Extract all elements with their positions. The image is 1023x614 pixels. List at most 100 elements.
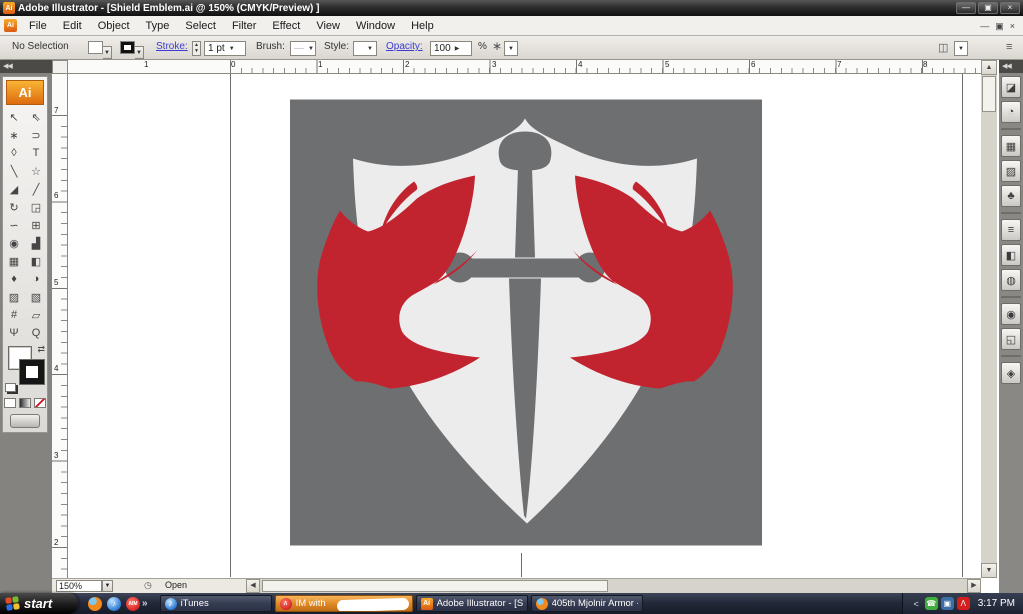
horizontal-scroll-thumb[interactable] <box>262 580 608 592</box>
menu-help[interactable]: Help <box>403 18 442 34</box>
tool-mesh[interactable]: ▦ <box>3 252 25 270</box>
aim-tray-icon[interactable]: Λ <box>957 597 970 610</box>
stroke-dropdown-icon[interactable]: ▼ <box>135 46 144 59</box>
start-button[interactable]: start <box>0 593 78 614</box>
tool-symbol-sprayer[interactable]: ◉ <box>3 234 25 252</box>
task-button-3[interactable]: 405th Mjolnir Armor - ... <box>531 595 643 612</box>
panel-swatches[interactable]: ▦ <box>1001 135 1021 157</box>
scroll-up-icon[interactable]: ▲ <box>981 60 997 75</box>
vertical-scrollbar[interactable]: ▲ ▼ <box>981 60 997 578</box>
panel-gradient[interactable]: ◧ <box>1001 244 1021 266</box>
tool-direct-selection[interactable]: ⇖ <box>25 108 47 126</box>
status-mode-icon[interactable]: ◷ <box>144 580 152 591</box>
tool-magic-wand[interactable]: ∗ <box>3 126 25 144</box>
firefox-quicklaunch-icon[interactable] <box>88 597 102 611</box>
style-select[interactable]: ▼ <box>353 41 377 56</box>
tool-live-paint-selection[interactable]: ▧ <box>25 288 47 306</box>
stroke-swatch-large[interactable] <box>19 359 45 385</box>
doc-minimize-button[interactable]: — <box>980 20 989 32</box>
tool-hand[interactable]: Ψ <box>3 324 25 342</box>
fill-swatch[interactable]: ▼ <box>88 41 112 59</box>
ruler-origin-box[interactable] <box>52 60 68 74</box>
doc-close-button[interactable]: × <box>1010 20 1015 32</box>
quicklaunch-overflow-icon[interactable]: » <box>142 598 148 609</box>
tool-lasso[interactable]: ⊃ <box>25 126 47 144</box>
menu-window[interactable]: Window <box>348 18 403 34</box>
scroll-down-icon[interactable]: ▼ <box>981 563 997 578</box>
close-button[interactable]: × <box>1000 2 1020 14</box>
tool-eyedropper[interactable]: ♦ <box>3 270 25 288</box>
scroll-left-icon[interactable]: ◀ <box>246 579 260 593</box>
panel-appearance[interactable]: ◉ <box>1001 303 1021 325</box>
stroke-swatch[interactable]: ▼ <box>120 41 144 59</box>
scroll-right-icon[interactable]: ▶ <box>967 579 981 593</box>
tool-pencil[interactable]: ╱ <box>25 180 47 198</box>
tool-rotate[interactable]: ↻ <box>3 198 25 216</box>
tool-warp[interactable]: ∽ <box>3 216 25 234</box>
select-similar-dropdown[interactable]: ▼ <box>504 41 518 56</box>
horizontal-ruler[interactable]: 1012345678 <box>68 60 981 74</box>
menu-type[interactable]: Type <box>138 18 178 34</box>
color-mode-button[interactable] <box>4 398 16 408</box>
minimize-button[interactable]: — <box>956 2 976 14</box>
default-fill-stroke-icon[interactable] <box>5 383 16 392</box>
panel-stroke[interactable]: ≡ <box>1001 219 1021 241</box>
panel-layers[interactable]: ◈ <box>1001 362 1021 384</box>
menu-filter[interactable]: Filter <box>224 18 264 34</box>
messenger-tray-icon[interactable]: ☎ <box>925 597 938 610</box>
bridge-icon[interactable]: ◫ <box>938 41 948 54</box>
network-tray-icon[interactable]: ▣ <box>941 597 954 610</box>
horizontal-scrollbar[interactable]: ◀ ▶ <box>246 579 981 594</box>
opacity-link[interactable]: Opacity: <box>386 41 423 52</box>
tool-line[interactable]: ╲ <box>3 162 25 180</box>
gradient-mode-button[interactable] <box>19 398 31 408</box>
shield-emblem-artwork[interactable] <box>290 99 762 546</box>
brush-select[interactable]: —▼ <box>290 41 316 56</box>
tool-scale[interactable]: ◲ <box>25 198 47 216</box>
toolbox-collapse-button[interactable]: ◀◀ <box>0 60 52 73</box>
task-button-2[interactable]: AiAdobe Illustrator - [S... <box>416 595 528 612</box>
fill-stroke-control[interactable]: ⇄ <box>3 344 47 394</box>
screen-mode-button[interactable] <box>10 414 40 428</box>
tool-live-paint-bucket[interactable]: ▨ <box>3 288 25 306</box>
select-similar-icon[interactable]: ∗ <box>492 39 502 53</box>
tool-type[interactable]: T <box>25 144 47 162</box>
opacity-field[interactable]: 100▶ <box>430 41 472 56</box>
panel-color-guide[interactable]: ◔ <box>1001 101 1021 123</box>
menu-effect[interactable]: Effect <box>264 18 308 34</box>
menu-select[interactable]: Select <box>177 18 224 34</box>
panel-graphic-styles[interactable]: ◱ <box>1001 328 1021 350</box>
menu-file[interactable]: File <box>21 18 55 34</box>
vertical-scroll-thumb[interactable] <box>982 76 996 112</box>
tool-free-transform[interactable]: ⊞ <box>25 216 47 234</box>
swap-fill-stroke-icon[interactable]: ⇄ <box>37 344 45 355</box>
menu-view[interactable]: View <box>308 18 348 34</box>
tray-collapse-icon[interactable]: < <box>913 599 918 609</box>
tool-crop-area[interactable]: # <box>3 306 25 324</box>
tool-graph[interactable]: ▟ <box>25 234 47 252</box>
zoom-level-field[interactable]: 150% <box>56 580 102 592</box>
menu-edit[interactable]: Edit <box>55 18 90 34</box>
tool-star[interactable]: ☆ <box>25 162 47 180</box>
tool-pen[interactable]: ◊ <box>3 144 25 162</box>
canvas[interactable] <box>68 74 981 578</box>
stroke-link[interactable]: Stroke: <box>156 41 188 52</box>
restore-button[interactable]: ▣ <box>978 2 998 14</box>
aim-quicklaunch-icon[interactable]: AIM <box>126 597 140 611</box>
tool-eraser[interactable]: ▱ <box>25 306 47 324</box>
tool-zoom[interactable]: Q <box>25 324 47 342</box>
doc-restore-button[interactable]: ▣ <box>995 20 1004 32</box>
fill-dropdown-icon[interactable]: ▼ <box>103 46 112 59</box>
stroke-stepper[interactable]: ▲▼ <box>192 41 201 56</box>
panel-symbols[interactable]: ♣ <box>1001 185 1021 207</box>
itunes-quicklaunch-icon[interactable]: ♪ <box>107 597 121 611</box>
dock-collapse-button[interactable]: ◀◀ <box>999 60 1023 73</box>
panel-menu-icon[interactable]: ≡ <box>1006 41 1012 53</box>
panel-brushes[interactable]: ▨ <box>1001 160 1021 182</box>
task-button-0[interactable]: ♪iTunes <box>160 595 272 612</box>
tool-paintbrush[interactable]: ◢ <box>3 180 25 198</box>
none-mode-button[interactable] <box>34 398 46 408</box>
tool-gradient[interactable]: ◧ <box>25 252 47 270</box>
stroke-weight-select[interactable]: 1 pt▼ <box>204 41 246 56</box>
panel-transparency[interactable]: ◍ <box>1001 269 1021 291</box>
